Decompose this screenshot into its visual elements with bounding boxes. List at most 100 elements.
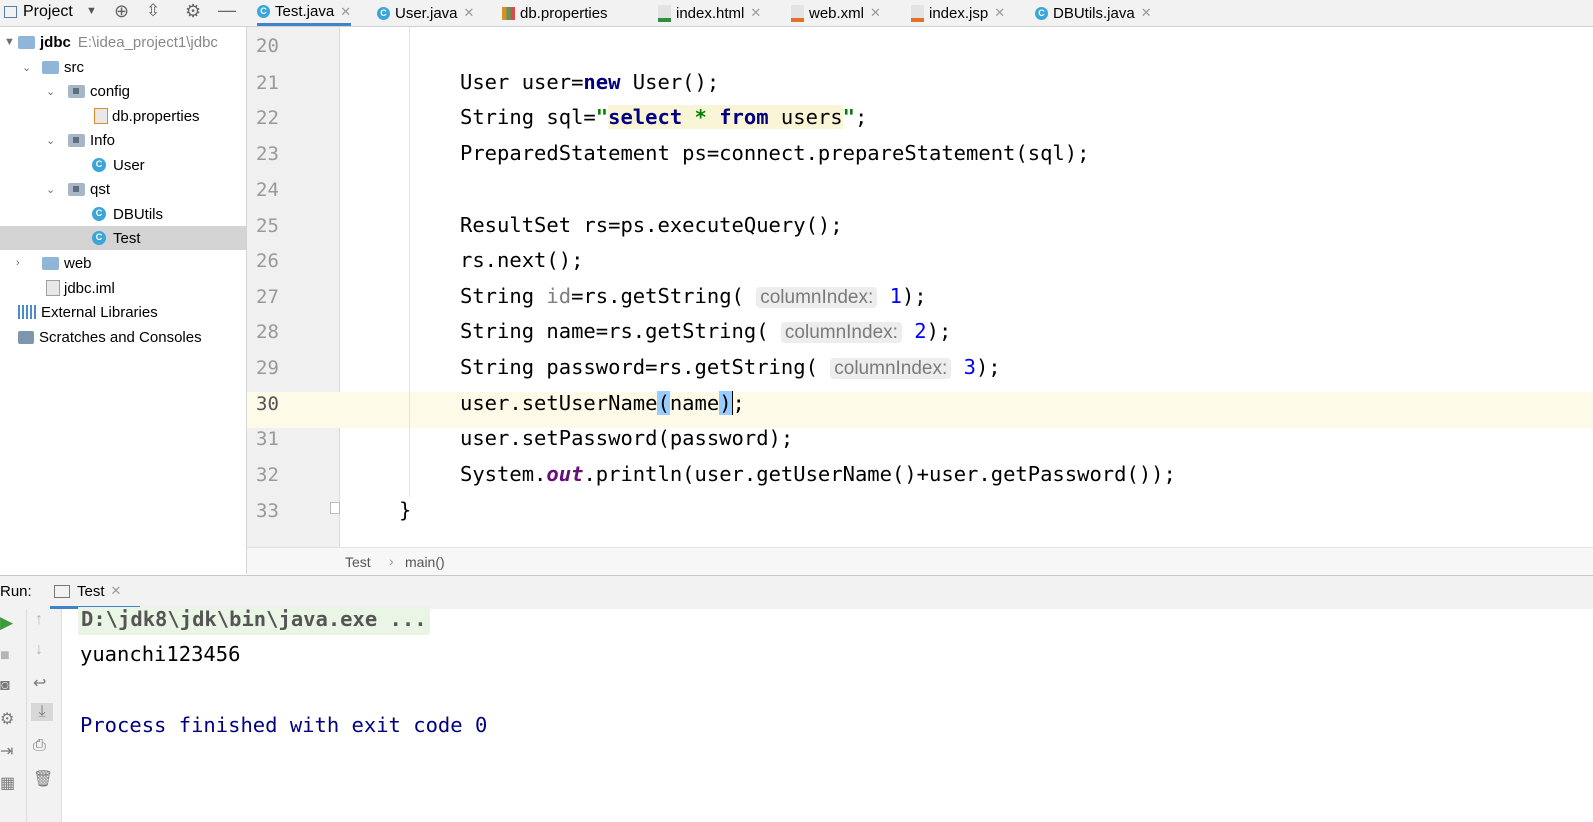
hide-panel-icon[interactable]: — (218, 0, 236, 21)
print-icon[interactable]: ⎙ (33, 737, 46, 755)
tab-db-properties[interactable]: db.properties (502, 0, 608, 26)
line-number: 25 (256, 215, 279, 237)
tab-dbutils-java[interactable]: C DBUtils.java ✕ (1035, 0, 1152, 26)
package-icon (68, 84, 85, 98)
line-number: 28 (256, 321, 279, 343)
close-icon[interactable]: ✕ (340, 4, 351, 20)
breadcrumb-method[interactable]: main() (405, 554, 445, 570)
console-command-line: D:\jdk8\jdk\bin\java.exe ... (78, 607, 430, 635)
web-folder-icon (42, 256, 59, 270)
project-view-icon[interactable] (4, 6, 17, 18)
close-icon[interactable]: ✕ (111, 583, 122, 599)
current-line-highlight (247, 392, 1593, 428)
properties-icon (94, 108, 108, 124)
chevron-down-icon[interactable]: ▼ (4, 36, 15, 48)
tree-label: web (64, 254, 92, 272)
parameter-hint: columnIndex: (780, 322, 902, 343)
chevron-down-icon[interactable]: ⌄ (46, 85, 55, 98)
scroll-to-end-icon[interactable]: ⤓ (31, 703, 53, 721)
trash-icon[interactable]: 🗑 (33, 769, 53, 789)
exit-icon[interactable]: ⇥ (0, 741, 13, 761)
settings-icon[interactable]: ⚙ (0, 709, 14, 729)
tree-item-src[interactable]: ⌄ src (0, 55, 288, 79)
chevron-right-icon[interactable]: › (16, 257, 20, 269)
camera-icon[interactable]: ◙ (0, 677, 10, 695)
tree-label: jdbc (40, 33, 71, 51)
gear-icon[interactable]: ⚙ (185, 1, 201, 22)
code-line-30: user.setUserName(name); (460, 391, 745, 415)
rerun-icon[interactable]: ▶ (0, 613, 13, 633)
tab-label: DBUtils.java (1053, 4, 1135, 22)
line-number: 33 (256, 500, 279, 522)
code-line-29: String password=rs.getString( columnInde… (460, 355, 1001, 379)
close-icon[interactable]: ✕ (994, 5, 1005, 21)
tree-item-web[interactable]: › web (0, 251, 288, 275)
tree-item-external-libraries[interactable]: External Libraries (0, 300, 264, 324)
chevron-down-icon[interactable]: ⌄ (46, 183, 55, 196)
arrow-up-icon[interactable]: ↑ (35, 611, 43, 629)
run-left-toolbar: ▶ ■ ◙ ⚙ ⇥ ▦ (0, 609, 27, 822)
line-number: 31 (256, 428, 279, 450)
html-icon (658, 4, 671, 22)
tab-label: index.html (676, 4, 745, 22)
code-line-32: System.out.println(user.getUserName()+us… (460, 462, 1176, 486)
tab-label: index.jsp (929, 4, 989, 22)
tab-index-html[interactable]: index.html ✕ (658, 0, 761, 26)
code-line-27: String id=rs.getString( columnIndex: 1); (460, 284, 927, 308)
breadcrumb-class[interactable]: Test (345, 554, 371, 570)
iml-file-icon (46, 280, 60, 296)
run-tab-test[interactable]: Test ✕ (50, 576, 140, 609)
code-line-33: } (399, 498, 412, 522)
line-number: 32 (256, 464, 279, 486)
chevron-right-icon: › (389, 553, 394, 569)
tab-label: web.xml (809, 4, 865, 22)
class-icon: C (92, 158, 106, 172)
class-icon: C (92, 207, 106, 221)
module-path: E:\idea_project1\jdbc (77, 33, 218, 51)
class-icon: C (1035, 6, 1048, 20)
parameter-hint: columnIndex: (756, 287, 878, 308)
chevron-down-icon[interactable]: ⌄ (46, 134, 55, 147)
scratches-icon (18, 330, 34, 344)
tree-label: src (64, 58, 84, 76)
console-toolbar: ↑ ↓ ↩ ⤓ ⎙ 🗑 (27, 609, 62, 822)
class-run-icon: C (257, 5, 270, 18)
close-icon[interactable]: ✕ (464, 5, 475, 21)
line-number: 27 (256, 286, 279, 308)
soft-wrap-icon[interactable]: ↩ (33, 673, 46, 693)
jsp-icon (911, 4, 924, 22)
tab-web-xml[interactable]: web.xml ✕ (791, 0, 881, 26)
layout-icon[interactable]: ▦ (0, 773, 15, 793)
line-number: 20 (256, 35, 279, 57)
tree-label: Scratches and Consoles (39, 328, 202, 346)
tab-user-java[interactable]: C User.java ✕ (377, 0, 474, 26)
close-icon[interactable]: ✕ (750, 5, 761, 21)
project-panel-title[interactable]: Project (23, 3, 73, 21)
chevron-down-icon[interactable]: ▼ (86, 5, 97, 17)
run-label: Run: (0, 583, 32, 600)
tree-item-jdbc[interactable]: ▼ jdbc E:\idea_project1\jdbc (0, 30, 264, 54)
code-line-25: ResultSet rs=ps.executeQuery(); (460, 213, 843, 237)
stop-icon[interactable]: ■ (0, 647, 10, 665)
tab-test-java[interactable]: C Test.java ✕ (257, 0, 352, 26)
fold-marker-icon[interactable] (330, 502, 340, 514)
project-panel-header: Project ▼ ⊕ ⇳ ⚙ — (0, 0, 246, 26)
tree-label: db.properties (112, 107, 200, 125)
arrow-down-icon[interactable]: ↓ (35, 641, 43, 659)
console-output-line: yuanchi123456 (80, 642, 241, 666)
tree-label: External Libraries (41, 303, 158, 321)
tab-index-jsp[interactable]: index.jsp ✕ (911, 0, 1005, 26)
tree-label: Test (113, 229, 141, 247)
console-exit-line: Process finished with exit code 0 (80, 713, 488, 737)
xml-icon (791, 4, 804, 22)
chevron-down-icon[interactable]: ⌄ (22, 61, 31, 74)
run-tool-window-header: Run: Test ✕ (0, 575, 1593, 610)
close-icon[interactable]: ✕ (1141, 5, 1152, 21)
collapse-all-icon[interactable]: ⇳ (146, 1, 160, 21)
locate-icon[interactable]: ⊕ (114, 1, 129, 22)
tree-label: Info (90, 131, 116, 149)
close-icon[interactable]: ✕ (870, 5, 881, 21)
tree-item-scratches[interactable]: Scratches and Consoles (0, 325, 264, 349)
line-number: 26 (256, 250, 279, 272)
code-line-31: user.setPassword(password); (460, 426, 794, 450)
